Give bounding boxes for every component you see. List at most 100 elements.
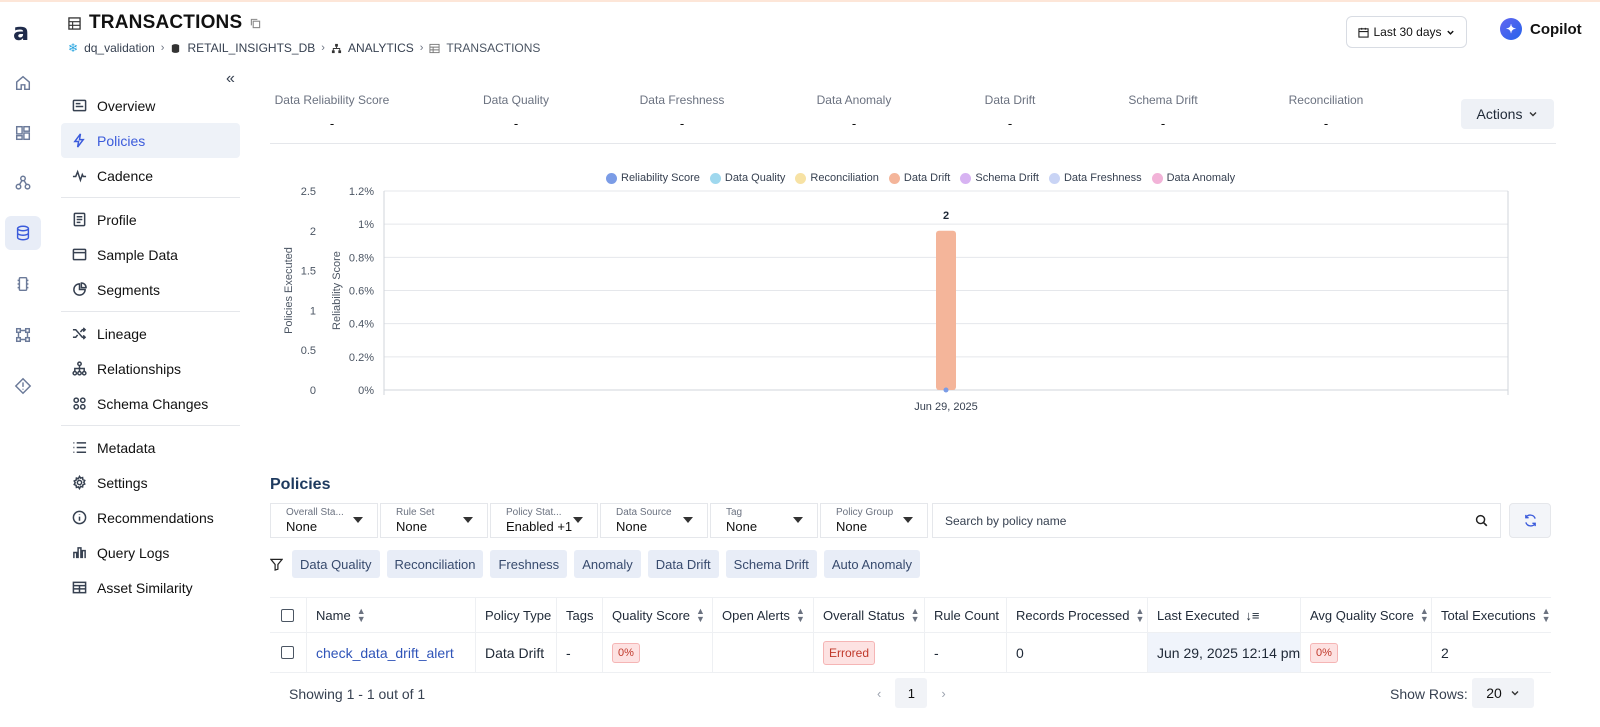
copy-icon[interactable] xyxy=(250,18,261,29)
column-label: Last Executed xyxy=(1157,607,1240,623)
chip-data-quality[interactable]: Data Quality xyxy=(292,550,380,578)
next-page-icon[interactable]: › xyxy=(941,686,945,701)
policy-name-link[interactable]: check_data_drift_alert xyxy=(316,645,454,661)
filter-policy-group[interactable]: Policy Group None xyxy=(820,503,928,538)
table-row[interactable]: check_data_drift_alert Data Drift - 0% E… xyxy=(270,633,1551,673)
actions-button[interactable]: Actions xyxy=(1461,99,1554,129)
page-number-button[interactable]: 1 xyxy=(895,678,928,708)
sort-icon[interactable]: ▲ ▼ xyxy=(796,607,805,624)
metric-schema-drift: Schema Drift - xyxy=(1113,93,1213,131)
column-header-quality-score[interactable]: Quality Score ▲ ▼ xyxy=(603,598,713,632)
sidebar-item-metadata[interactable]: Metadata xyxy=(61,430,240,465)
prev-page-icon[interactable]: ‹ xyxy=(877,686,881,701)
sidebar-item-cadence[interactable]: Cadence xyxy=(61,158,240,193)
app-logo[interactable]: a xyxy=(13,18,29,46)
column-header-records-processed[interactable]: Records Processed ▲ ▼ xyxy=(1007,598,1148,632)
select-all-cell xyxy=(270,598,307,632)
metric-value: - xyxy=(513,116,519,131)
sidebar-item-schema-changes[interactable]: Schema Changes xyxy=(61,386,240,421)
cell-avg-quality-score: 0% xyxy=(1301,633,1432,672)
metric-data-anomaly: Data Anomaly - xyxy=(804,93,904,131)
sidebar-item-profile[interactable]: Profile xyxy=(61,202,240,237)
column-label: Records Processed xyxy=(1016,607,1130,623)
chip-reconciliation[interactable]: Reconciliation xyxy=(386,550,484,578)
filter-data-source[interactable]: Data Source None xyxy=(600,503,708,538)
column-header-avg-quality-score[interactable]: Avg Quality Score ▲ ▼ xyxy=(1301,598,1432,632)
sidebar-item-policies[interactable]: Policies xyxy=(61,123,240,158)
table-icon xyxy=(429,43,440,53)
y-tick-right: 1.2% xyxy=(349,186,374,198)
sidebar-item-lineage[interactable]: Lineage xyxy=(61,316,240,351)
search-input[interactable]: Search by policy name xyxy=(932,503,1501,538)
sort-icon[interactable]: ▲ ▼ xyxy=(1135,607,1144,624)
filter-value: None xyxy=(726,519,758,534)
filter-icon[interactable] xyxy=(270,558,283,571)
column-header-total-executions[interactable]: Total Executions ▲ ▼ xyxy=(1432,598,1551,632)
network-icon[interactable] xyxy=(5,318,41,352)
show-rows-select[interactable]: 20 xyxy=(1472,678,1534,708)
sidebar-item-query-logs[interactable]: Query Logs xyxy=(61,535,240,570)
sidebar-item-relationships[interactable]: Relationships xyxy=(61,351,240,386)
metric-label: Data Freshness xyxy=(639,93,725,107)
collapse-sidebar-icon[interactable]: « xyxy=(226,70,235,88)
sort-icon[interactable]: ▲ ▼ xyxy=(696,607,705,624)
sidebar-item-segments[interactable]: Segments xyxy=(61,272,240,307)
sidebar-item-recommendations[interactable]: Recommendations xyxy=(61,500,240,535)
filter-policy-status[interactable]: Policy Stat... Enabled +1 xyxy=(490,503,598,538)
sort-icon[interactable]: ▲ ▼ xyxy=(1542,607,1551,624)
metric-label: Reconciliation xyxy=(1288,93,1364,107)
chip-schema-drift[interactable]: Schema Drift xyxy=(725,550,817,578)
column-header-policy-type: Policy Type xyxy=(476,598,557,632)
metric-value: - xyxy=(679,116,685,131)
column-header-rule-count: Rule Count xyxy=(925,598,1007,632)
row-checkbox[interactable] xyxy=(281,646,294,659)
column-header-open-alerts[interactable]: Open Alerts ▲ ▼ xyxy=(713,598,814,632)
sidebar-item-overview[interactable]: Overview xyxy=(61,88,240,123)
refresh-icon xyxy=(1524,514,1536,527)
diamond-alert-icon[interactable] xyxy=(5,369,41,403)
breadcrumb-separator: › xyxy=(321,42,325,54)
y-axis-label-right: Reliability Score xyxy=(331,251,343,330)
column-header-name[interactable]: Name ▲ ▼ xyxy=(307,598,476,632)
search-icon[interactable] xyxy=(1475,514,1488,527)
copilot-button[interactable]: ✦ Copilot xyxy=(1500,18,1582,40)
metric-data-drift: Data Drift - xyxy=(960,93,1060,131)
breadcrumb-database[interactable]: RETAIL_INSIGHTS_DB xyxy=(187,41,315,55)
select-all-checkbox[interactable] xyxy=(281,608,294,622)
sidebar-item-label: Relationships xyxy=(97,360,182,377)
metrics-bar: Data Reliability Score - Data Quality - Da… xyxy=(270,88,1556,144)
chip-anomaly[interactable]: Anomaly xyxy=(574,550,641,578)
sidebar-item-asset-similarity[interactable]: Asset Similarity xyxy=(61,570,240,605)
metric-value: - xyxy=(1160,116,1166,131)
gear-icon xyxy=(73,475,86,490)
nodes-icon[interactable] xyxy=(5,166,41,200)
database-icon[interactable] xyxy=(5,216,41,250)
sort-icon[interactable]: ▲ ▼ xyxy=(357,607,366,624)
filter-tag[interactable]: Tag None xyxy=(710,503,818,538)
dashboard-icon[interactable] xyxy=(5,116,41,150)
column-header-last-executed[interactable]: Last Executed ↓≡ xyxy=(1148,598,1301,632)
filter-overall-status[interactable]: Overall Sta... None xyxy=(270,503,378,538)
sidebar-item-settings[interactable]: Settings xyxy=(61,465,240,500)
cell-records-processed: 0 xyxy=(1007,633,1148,672)
breadcrumb-source[interactable]: dq_validation xyxy=(84,41,155,55)
sort-icon[interactable]: ▲ ▼ xyxy=(911,607,920,624)
sort-icon[interactable]: ▲ ▼ xyxy=(1420,607,1429,624)
breadcrumb-schema[interactable]: ANALYTICS xyxy=(348,41,414,55)
sidebar-item-sample-data[interactable]: Sample Data xyxy=(61,237,240,272)
home-icon[interactable] xyxy=(5,66,41,100)
y-tick-right: 0.2% xyxy=(349,352,374,364)
chip-freshness[interactable]: Freshness xyxy=(490,550,568,578)
status-badge: Errored xyxy=(823,640,876,665)
refresh-button[interactable] xyxy=(1509,503,1551,538)
column-header-overall-status[interactable]: Overall Status ▲ ▼ xyxy=(814,598,925,632)
chip-data-drift[interactable]: Data Drift xyxy=(647,550,719,578)
filter-rule-set[interactable]: Rule Set None xyxy=(380,503,488,538)
date-range-select[interactable]: Last 30 days xyxy=(1346,16,1467,48)
cell-total-executions: 2 xyxy=(1432,633,1551,672)
metric-label: Data Drift xyxy=(984,93,1036,107)
chip-icon[interactable] xyxy=(5,267,41,301)
chip-auto-anomaly[interactable]: Auto Anomaly xyxy=(823,550,921,578)
sort-descending-icon[interactable]: ↓≡ xyxy=(1245,608,1259,623)
calendar-icon xyxy=(1358,27,1370,38)
